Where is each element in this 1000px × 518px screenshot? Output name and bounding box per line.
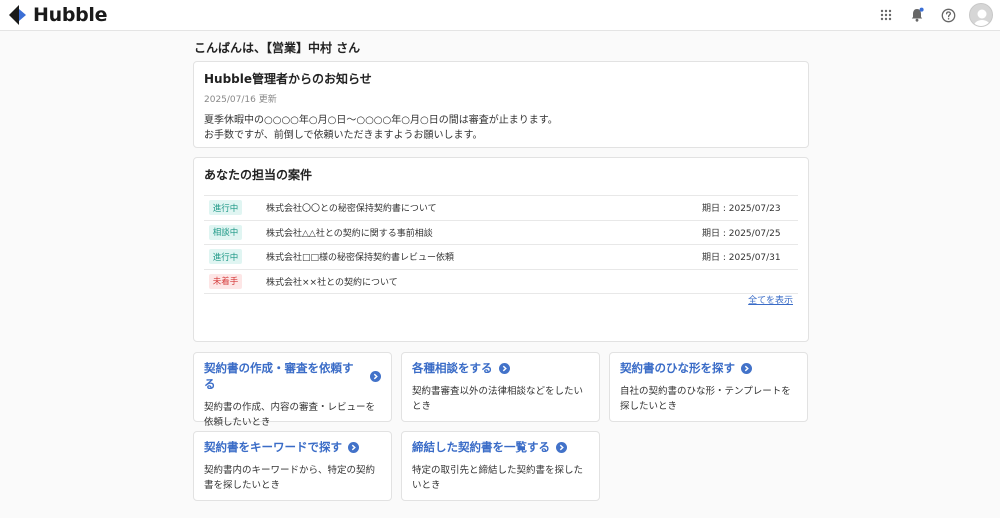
case-due-date: 期日 : 2025/07/31 (702, 253, 781, 264)
case-list: 進行中 株式会社〇〇との秘密保持契約書について 期日 : 2025/07/23 … (204, 195, 798, 294)
case-name: 株式会社××社との契約について (266, 277, 398, 288)
action-desc: 依頼したいとき (204, 417, 271, 428)
status-badge: 進行中 (209, 200, 242, 216)
notification-dot (919, 7, 924, 12)
action-desc: 契約書内のキーワードから、特定の契約 (204, 465, 376, 476)
show-all-link[interactable]: 全てを表示 (748, 293, 793, 306)
action-desc: 契約書審査以外の法律相談などをしたい (412, 386, 584, 397)
notice-body: 夏季休暇中の○○○○年○月○日〜○○○○年○月○日の間は審査が止まります。 お手… (204, 113, 798, 143)
chevron-right-icon (370, 370, 381, 382)
chevron-right-icon (498, 362, 510, 374)
user-avatar-icon (974, 9, 990, 26)
bell-icon[interactable] (904, 2, 930, 28)
chevron-right-icon (741, 362, 752, 374)
action-title: 締結した契約書を一覧する (412, 440, 550, 454)
consultation-card[interactable]: 各種相談をする 契約書審査以外の法律相談などをしたい とき (401, 352, 600, 422)
action-desc: 自社の契約書のひな形・テンプレートを (620, 386, 791, 397)
case-name: 株式会社〇〇との秘密保持契約書について (266, 204, 437, 215)
chevron-right-icon (556, 441, 567, 453)
case-row[interactable]: 相談中 株式会社△△社との契約に関する事前相談 期日 : 2025/07/25 (204, 221, 798, 245)
action-desc: 探したいとき (620, 401, 678, 412)
status-badge: 相談中 (209, 224, 242, 240)
apps-grid-icon[interactable] (873, 2, 899, 28)
logo-text: Hubble (33, 4, 108, 26)
action-title: 契約書のひな形を探す (620, 361, 735, 375)
action-desc: 契約書の作成、内容の審査・レビューを (204, 402, 376, 413)
keyword-search-card[interactable]: 契約書をキーワードで探す 契約書内のキーワードから、特定の契約 書を探したいとき (193, 431, 392, 501)
notice-date: 2025/07/16 更新 (204, 95, 277, 105)
case-due-date: 期日 : 2025/07/23 (702, 204, 781, 215)
case-name: 株式会社□□様の秘密保持契約書レビュー依頼 (266, 253, 455, 264)
case-row[interactable]: 進行中 株式会社□□様の秘密保持契約書レビュー依頼 期日 : 2025/07/3… (204, 245, 798, 270)
help-icon[interactable] (935, 2, 961, 28)
top-bar: Hubble (0, 0, 1000, 31)
action-desc: とき (412, 401, 432, 412)
action-title: 契約書をキーワードで探す (204, 440, 342, 454)
signed-contracts-card[interactable]: 締結した契約書を一覧する 特定の取引先と締結した契約書を探した いとき (401, 431, 600, 501)
notice-line: お手数ですが、前倒しで依頼いただきますようお願いします。 (204, 130, 483, 141)
case-due-date: 期日 : 2025/07/25 (702, 228, 781, 239)
action-title: 各種相談をする (412, 361, 493, 375)
action-desc: 書を探したいとき (204, 480, 281, 491)
template-search-card[interactable]: 契約書のひな形を探す 自社の契約書のひな形・テンプレートを 探したいとき (609, 352, 808, 422)
case-name: 株式会社△△社との契約に関する事前相談 (266, 228, 433, 239)
my-cases-card: あなたの担当の案件 進行中 株式会社〇〇との秘密保持契約書について 期日 : 2… (193, 157, 809, 342)
case-row[interactable]: 進行中 株式会社〇〇との秘密保持契約書について 期日 : 2025/07/23 (204, 196, 798, 221)
status-badge: 未着手 (209, 273, 242, 289)
action-title: 契約書の作成・審査を依頼する (204, 361, 354, 391)
notice-title: Hubble管理者からのお知らせ (204, 72, 372, 86)
action-desc: 特定の取引先と締結した契約書を探した (412, 465, 584, 476)
action-desc: いとき (412, 480, 441, 491)
greeting-text: こんばんは、【営業】中村 さん (194, 41, 361, 55)
chevron-right-icon (348, 441, 359, 453)
status-badge: 進行中 (209, 249, 242, 265)
hubble-logo[interactable]: Hubble (8, 4, 108, 26)
hubble-logo-icon (9, 5, 26, 25)
notice-line: 夏季休暇中の○○○○年○月○日〜○○○○年○月○日の間は審査が止まります。 (204, 115, 558, 126)
admin-notice-card: Hubble管理者からのお知らせ 2025/07/16 更新 夏季休暇中の○○○… (193, 61, 809, 148)
request-review-card[interactable]: 契約書の作成・審査を依頼する 契約書の作成、内容の審査・レビューを 依頼したいとき (193, 352, 392, 428)
case-row[interactable]: 未着手 株式会社××社との契約について (204, 270, 798, 294)
cases-title: あなたの担当の案件 (204, 168, 313, 182)
user-avatar[interactable] (969, 3, 993, 27)
